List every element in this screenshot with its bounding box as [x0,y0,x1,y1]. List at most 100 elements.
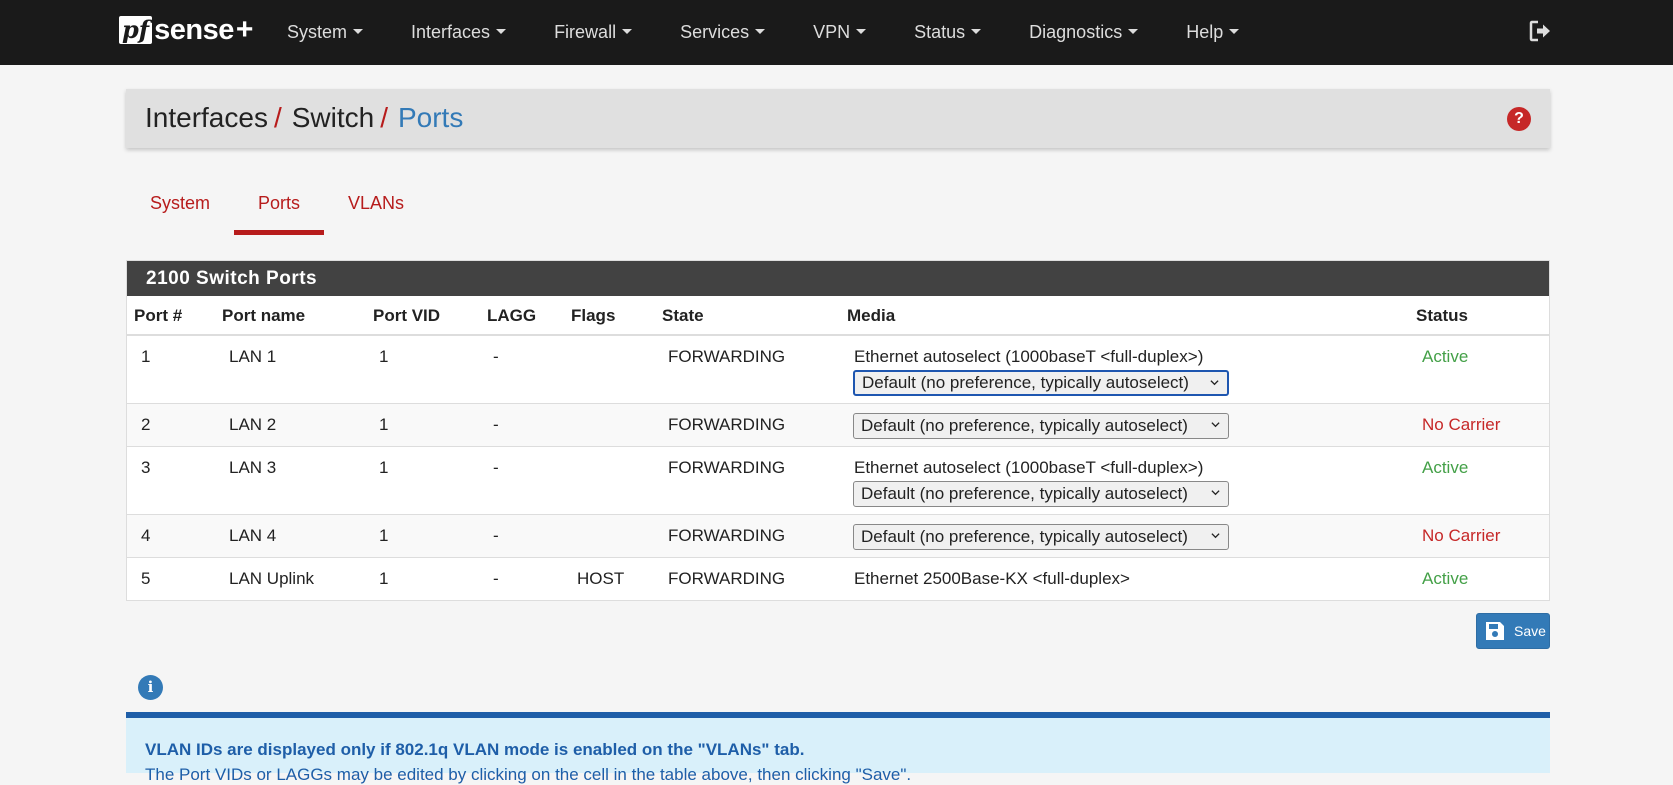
media-select[interactable]: Default (no preference, typically autose… [853,370,1229,396]
table-row: 1 LAN 1 1 - FORWARDING Ethernet autosele… [127,336,1549,404]
cell-lagg[interactable]: - [493,569,499,589]
cell-port-vid[interactable]: 1 [379,347,388,367]
nav-interfaces-menu[interactable]: Interfaces [411,0,507,65]
caret-down-icon [1128,28,1139,34]
cell-port-num: 3 [141,458,151,477]
cell-media-text: Ethernet autoselect (1000baseT <full-dup… [854,458,1204,477]
cell-lagg[interactable]: - [493,526,499,546]
breadcrumb-separator: / [380,102,388,133]
switch-ports-panel: 2100 Switch Ports Port # Port name Port … [126,260,1550,601]
media-select[interactable]: Default (no preference, typically autose… [853,481,1229,507]
nav-vpn-menu[interactable]: VPN [813,0,867,65]
caret-down-icon [353,28,364,34]
caret-down-icon [856,28,867,34]
chevron-down-icon [1210,380,1219,386]
status-badge: Active [1422,458,1469,477]
cell-state: FORWARDING [668,569,786,588]
sign-out-icon[interactable] [1528,19,1552,43]
cell-port-vid[interactable]: 1 [379,415,388,435]
nav-item-label: Interfaces [411,22,491,42]
col-port-vid: Port VID [373,306,441,325]
col-port-name: Port name [222,306,306,325]
nav-item-label: Diagnostics [1029,22,1123,42]
nav-item-label: System [287,22,348,42]
info-callout: VLAN IDs are displayed only if 802.1q VL… [126,712,1550,784]
tab-ports[interactable]: Ports [234,175,325,235]
cell-media-text: Ethernet 2500Base-KX <full-duplex> [854,569,1130,588]
breadcrumb-panel: Interfaces / Switch / Ports ? [126,89,1550,148]
cell-port-vid[interactable]: 1 [379,569,388,589]
cell-lagg[interactable]: - [493,415,499,435]
status-badge: Active [1422,347,1469,366]
nav-status-menu[interactable]: Status [914,0,982,65]
nav-menu: System Interfaces Firewall Services VPN … [287,0,1287,65]
cell-port-name: LAN 4 [229,526,277,545]
pfsense-logo[interactable]: pf sense + [119,13,254,46]
col-media: Media [847,306,896,325]
cell-port-vid[interactable]: 1 [379,526,388,546]
table-row: 3 LAN 3 1 - FORWARDING Ethernet autosele… [127,447,1549,515]
cell-state: FORWARDING [668,458,786,477]
media-select-value: Default (no preference, typically autose… [862,373,1189,392]
info-icon[interactable]: i [138,675,163,700]
logo-pf-mark: pf [119,16,153,44]
cell-port-num: 1 [141,347,151,366]
cell-port-name: LAN 1 [229,347,277,366]
breadcrumb-interfaces-link[interactable]: Interfaces [145,102,268,133]
col-port-num: Port # [134,306,183,325]
caret-down-icon [971,28,982,34]
nav-services-menu[interactable]: Services [680,0,766,65]
save-button-label: Save [1514,623,1546,639]
col-lagg: LAGG [487,306,537,325]
nav-help-menu[interactable]: Help [1186,0,1240,65]
col-flags: Flags [571,306,616,325]
tab-system[interactable]: System [126,175,234,235]
tab-bar: System Ports VLANs [126,175,428,235]
cell-port-num: 5 [141,569,151,588]
col-status: Status [1416,306,1468,325]
cell-port-num: 4 [141,526,151,545]
nav-item-label: Help [1186,22,1224,42]
top-navbar: pf sense + System Interfaces Firewall Se… [0,0,1673,65]
status-badge: No Carrier [1422,526,1501,545]
caret-down-icon [496,28,507,34]
media-select-value: Default (no preference, typically autose… [861,416,1188,435]
cell-port-name: LAN 3 [229,458,277,477]
tab-vlans[interactable]: VLANs [324,175,428,235]
cell-state: FORWARDING [668,347,786,366]
cell-port-vid[interactable]: 1 [379,458,388,478]
save-button[interactable]: Save [1476,613,1550,649]
logo-sense-text: sense [154,13,234,46]
chevron-down-icon [1211,490,1220,496]
caret-down-icon [755,28,766,34]
status-badge: Active [1422,569,1469,588]
question-icon[interactable]: ? [1507,107,1531,131]
cell-lagg[interactable]: - [493,347,499,367]
cell-port-name: LAN Uplink [229,569,315,588]
nav-firewall-menu[interactable]: Firewall [554,0,633,65]
breadcrumb: Interfaces / Switch / Ports [145,102,463,134]
table-header: Port # Port name Port VID LAGG Flags Sta… [127,296,1549,336]
cell-state: FORWARDING [668,415,786,434]
nav-diagnostics-menu[interactable]: Diagnostics [1029,0,1139,65]
chevron-down-icon [1211,533,1220,539]
media-select[interactable]: Default (no preference, typically autose… [853,524,1229,550]
breadcrumb-switch-link[interactable]: Switch [292,102,374,133]
breadcrumb-separator: / [273,102,282,133]
nav-item-label: Services [680,22,750,42]
media-select-value: Default (no preference, typically autose… [861,484,1188,503]
breadcrumb-current-ports[interactable]: Ports [398,102,463,133]
nav-system-menu[interactable]: System [287,0,364,65]
col-state: State [662,306,704,325]
cell-lagg[interactable]: - [493,458,499,478]
status-badge: No Carrier [1422,415,1501,434]
floppy-disk-icon [1486,622,1504,640]
media-select[interactable]: Default (no preference, typically autose… [853,413,1229,439]
table-row: 2 LAN 2 1 - FORWARDING Default (no prefe… [127,404,1549,447]
caret-down-icon [1229,28,1240,34]
nav-item-label: Status [914,22,966,42]
logo-plus-text: + [235,13,254,46]
caret-down-icon [622,28,633,34]
info-text-vlan-ids: VLAN IDs are displayed only if 802.1q VL… [145,740,805,759]
table-row: 5 LAN Uplink 1 - HOST FORWARDING Etherne… [127,558,1549,600]
